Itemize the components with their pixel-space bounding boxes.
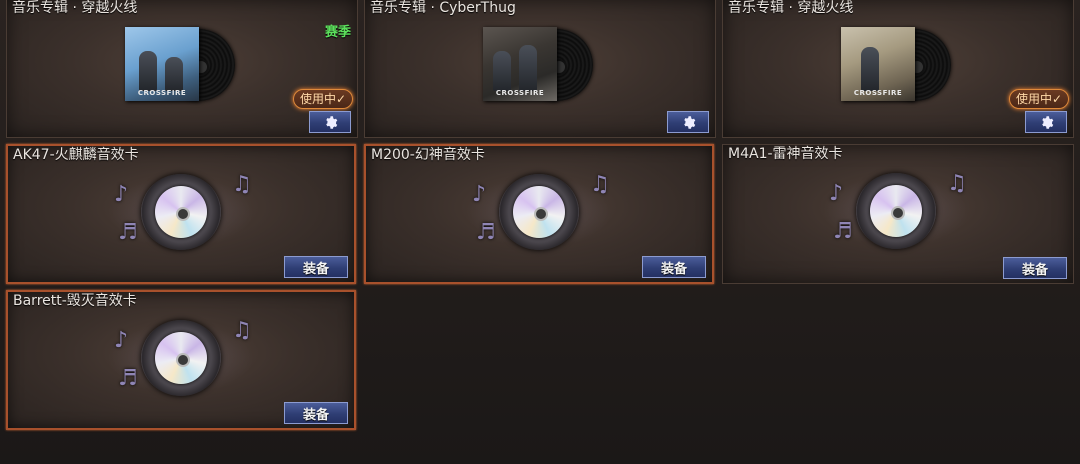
equip-button[interactable]: 装备 [284, 256, 348, 278]
music-note-icon: ♫ [947, 171, 967, 196]
cd-icon [513, 186, 565, 238]
album-card-2[interactable]: 音乐专辑 · CyberThug [364, 0, 716, 138]
sound-card-art: ♪ ♫ ♬ [823, 173, 969, 249]
equip-button[interactable]: 装备 [1003, 257, 1067, 279]
sound-card-art: ♪ ♫ ♬ [466, 174, 612, 250]
music-note-icon: ♬ [118, 220, 138, 245]
music-note-icon: ♪ [472, 182, 487, 207]
crossfire-logo [131, 89, 193, 97]
album-art [125, 27, 237, 105]
sound-card-ak47[interactable]: AK47-火麒麟音效卡 ♪ ♫ ♬ 装备 [6, 144, 356, 284]
in-use-badge: 使用中✓ [1008, 89, 1069, 109]
album-cover [841, 27, 915, 101]
album-cover [483, 27, 557, 101]
album-card-1[interactable]: 音乐专辑 · 穿越火线 赛季 使用中✓ [6, 0, 358, 138]
gear-icon [325, 115, 337, 129]
cd-icon [870, 185, 922, 237]
album-title: 音乐专辑 · 穿越火线 [728, 0, 854, 16]
sound-card-title: AK47-火麒麟音效卡 [13, 147, 139, 163]
music-note-icon: ♫ [232, 318, 252, 343]
equip-button[interactable]: 装备 [642, 256, 706, 278]
cd-icon [155, 332, 207, 384]
crossfire-logo [489, 89, 551, 97]
album-title: 音乐专辑 · CyberThug [370, 0, 516, 16]
cd-icon [155, 186, 207, 238]
music-note-icon: ♬ [118, 366, 138, 391]
sound-card-m200[interactable]: M200-幻神音效卡 ♪ ♫ ♬ 装备 [364, 144, 714, 284]
sound-card-title: Barrett-毁灭音效卡 [13, 293, 137, 309]
sound-card-barrett[interactable]: Barrett-毁灭音效卡 ♪ ♫ ♬ 装备 [6, 290, 356, 430]
settings-button[interactable] [309, 111, 351, 133]
sound-card-art: ♪ ♫ ♬ [108, 174, 254, 250]
music-note-icon: ♪ [114, 182, 129, 207]
sound-card-title: M200-幻神音效卡 [371, 147, 485, 163]
album-title: 音乐专辑 · 穿越火线 [12, 0, 138, 16]
album-card-3[interactable]: 音乐专辑 · 穿越火线 使用中✓ [722, 0, 1074, 138]
sound-card-title: M4A1-雷神音效卡 [728, 146, 843, 162]
music-note-icon: ♬ [476, 220, 496, 245]
settings-button[interactable] [1025, 111, 1067, 133]
season-badge: 赛季 [324, 25, 351, 40]
gear-icon [1041, 115, 1053, 129]
crossfire-logo [847, 89, 909, 97]
music-note-icon: ♫ [232, 172, 252, 197]
music-note-icon: ♪ [829, 181, 844, 206]
music-note-icon: ♪ [114, 328, 129, 353]
album-cover [125, 27, 199, 101]
item-grid: 音乐专辑 · 穿越火线 赛季 使用中✓ 音乐专辑 · CyberThug [0, 0, 1080, 464]
sound-card-m4a1[interactable]: M4A1-雷神音效卡 ♪ ♫ ♬ 装备 [722, 144, 1074, 284]
album-art [841, 27, 953, 105]
music-note-icon: ♫ [590, 172, 610, 197]
sound-card-art: ♪ ♫ ♬ [108, 320, 254, 396]
album-art [483, 27, 595, 105]
settings-button[interactable] [667, 111, 709, 133]
music-note-icon: ♬ [833, 219, 853, 244]
in-use-badge: 使用中✓ [292, 89, 353, 109]
gear-icon [683, 115, 695, 129]
equip-button[interactable]: 装备 [284, 402, 348, 424]
